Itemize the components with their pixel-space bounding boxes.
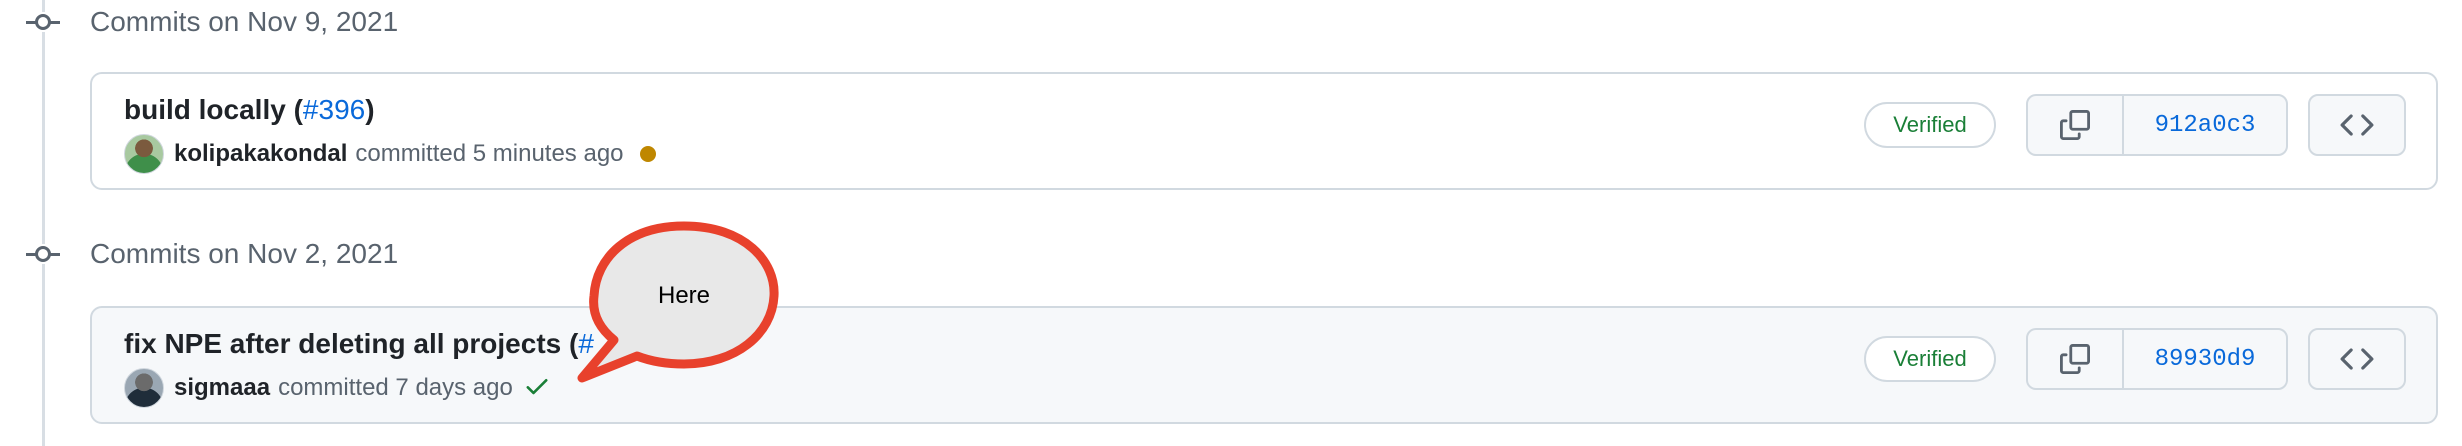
git-commit-icon	[26, 12, 60, 32]
commit-title-suffix: )	[365, 94, 375, 125]
commit-meta: sigmaaa committed 7 days ago	[124, 368, 551, 408]
commit-group-date: Commits on Nov 2, 2021	[90, 238, 399, 269]
commit-row: fix NPE after deleting all projects (# s…	[90, 306, 2438, 424]
browse-repo-button[interactable]	[2308, 328, 2406, 390]
commit-meta: kolipakakondal committed 5 minutes ago	[124, 134, 656, 174]
pending-dot-icon[interactable]	[639, 146, 656, 162]
git-commit-icon	[26, 244, 60, 264]
verified-badge[interactable]: Verified	[1864, 102, 1996, 148]
commit-sha-link[interactable]: 89930d9	[2124, 330, 2286, 388]
commit-title-text: build locally (	[124, 94, 303, 125]
commit-sha-link[interactable]: 912a0c3	[2124, 96, 2286, 154]
commit-message-link[interactable]: build locally (#396)	[124, 94, 375, 126]
copy-icon	[2060, 344, 2090, 374]
pull-request-link[interactable]: #396	[303, 94, 365, 125]
avatar[interactable]	[124, 368, 164, 408]
author-link[interactable]: sigmaaa	[174, 374, 270, 402]
commit-time: committed 7 days ago	[278, 374, 513, 401]
author-link[interactable]: kolipakakondal	[174, 140, 347, 168]
commit-message-link[interactable]: fix NPE after deleting all projects (#	[124, 328, 594, 360]
callout-text: Here	[657, 282, 711, 309]
browse-repo-button[interactable]	[2308, 94, 2406, 156]
commit-title-text: fix NPE after deleting all projects (	[124, 328, 579, 359]
copy-icon	[2060, 110, 2090, 140]
copy-sha-button[interactable]	[2028, 330, 2124, 388]
sha-button-group: 912a0c3	[2026, 94, 2288, 156]
sha-button-group: 89930d9	[2026, 328, 2288, 390]
copy-sha-button[interactable]	[2028, 96, 2124, 154]
code-icon	[2340, 114, 2374, 136]
check-icon[interactable]	[523, 372, 551, 405]
timeline-line	[42, 0, 45, 446]
commit-row: build locally (#396) kolipakakondal comm…	[90, 72, 2438, 190]
avatar[interactable]	[124, 134, 164, 174]
commit-time: committed 5 minutes ago	[355, 140, 624, 167]
verified-badge[interactable]: Verified	[1864, 336, 1996, 382]
commit-group-date: Commits on Nov 9, 2021	[90, 6, 399, 37]
code-icon	[2340, 348, 2374, 370]
